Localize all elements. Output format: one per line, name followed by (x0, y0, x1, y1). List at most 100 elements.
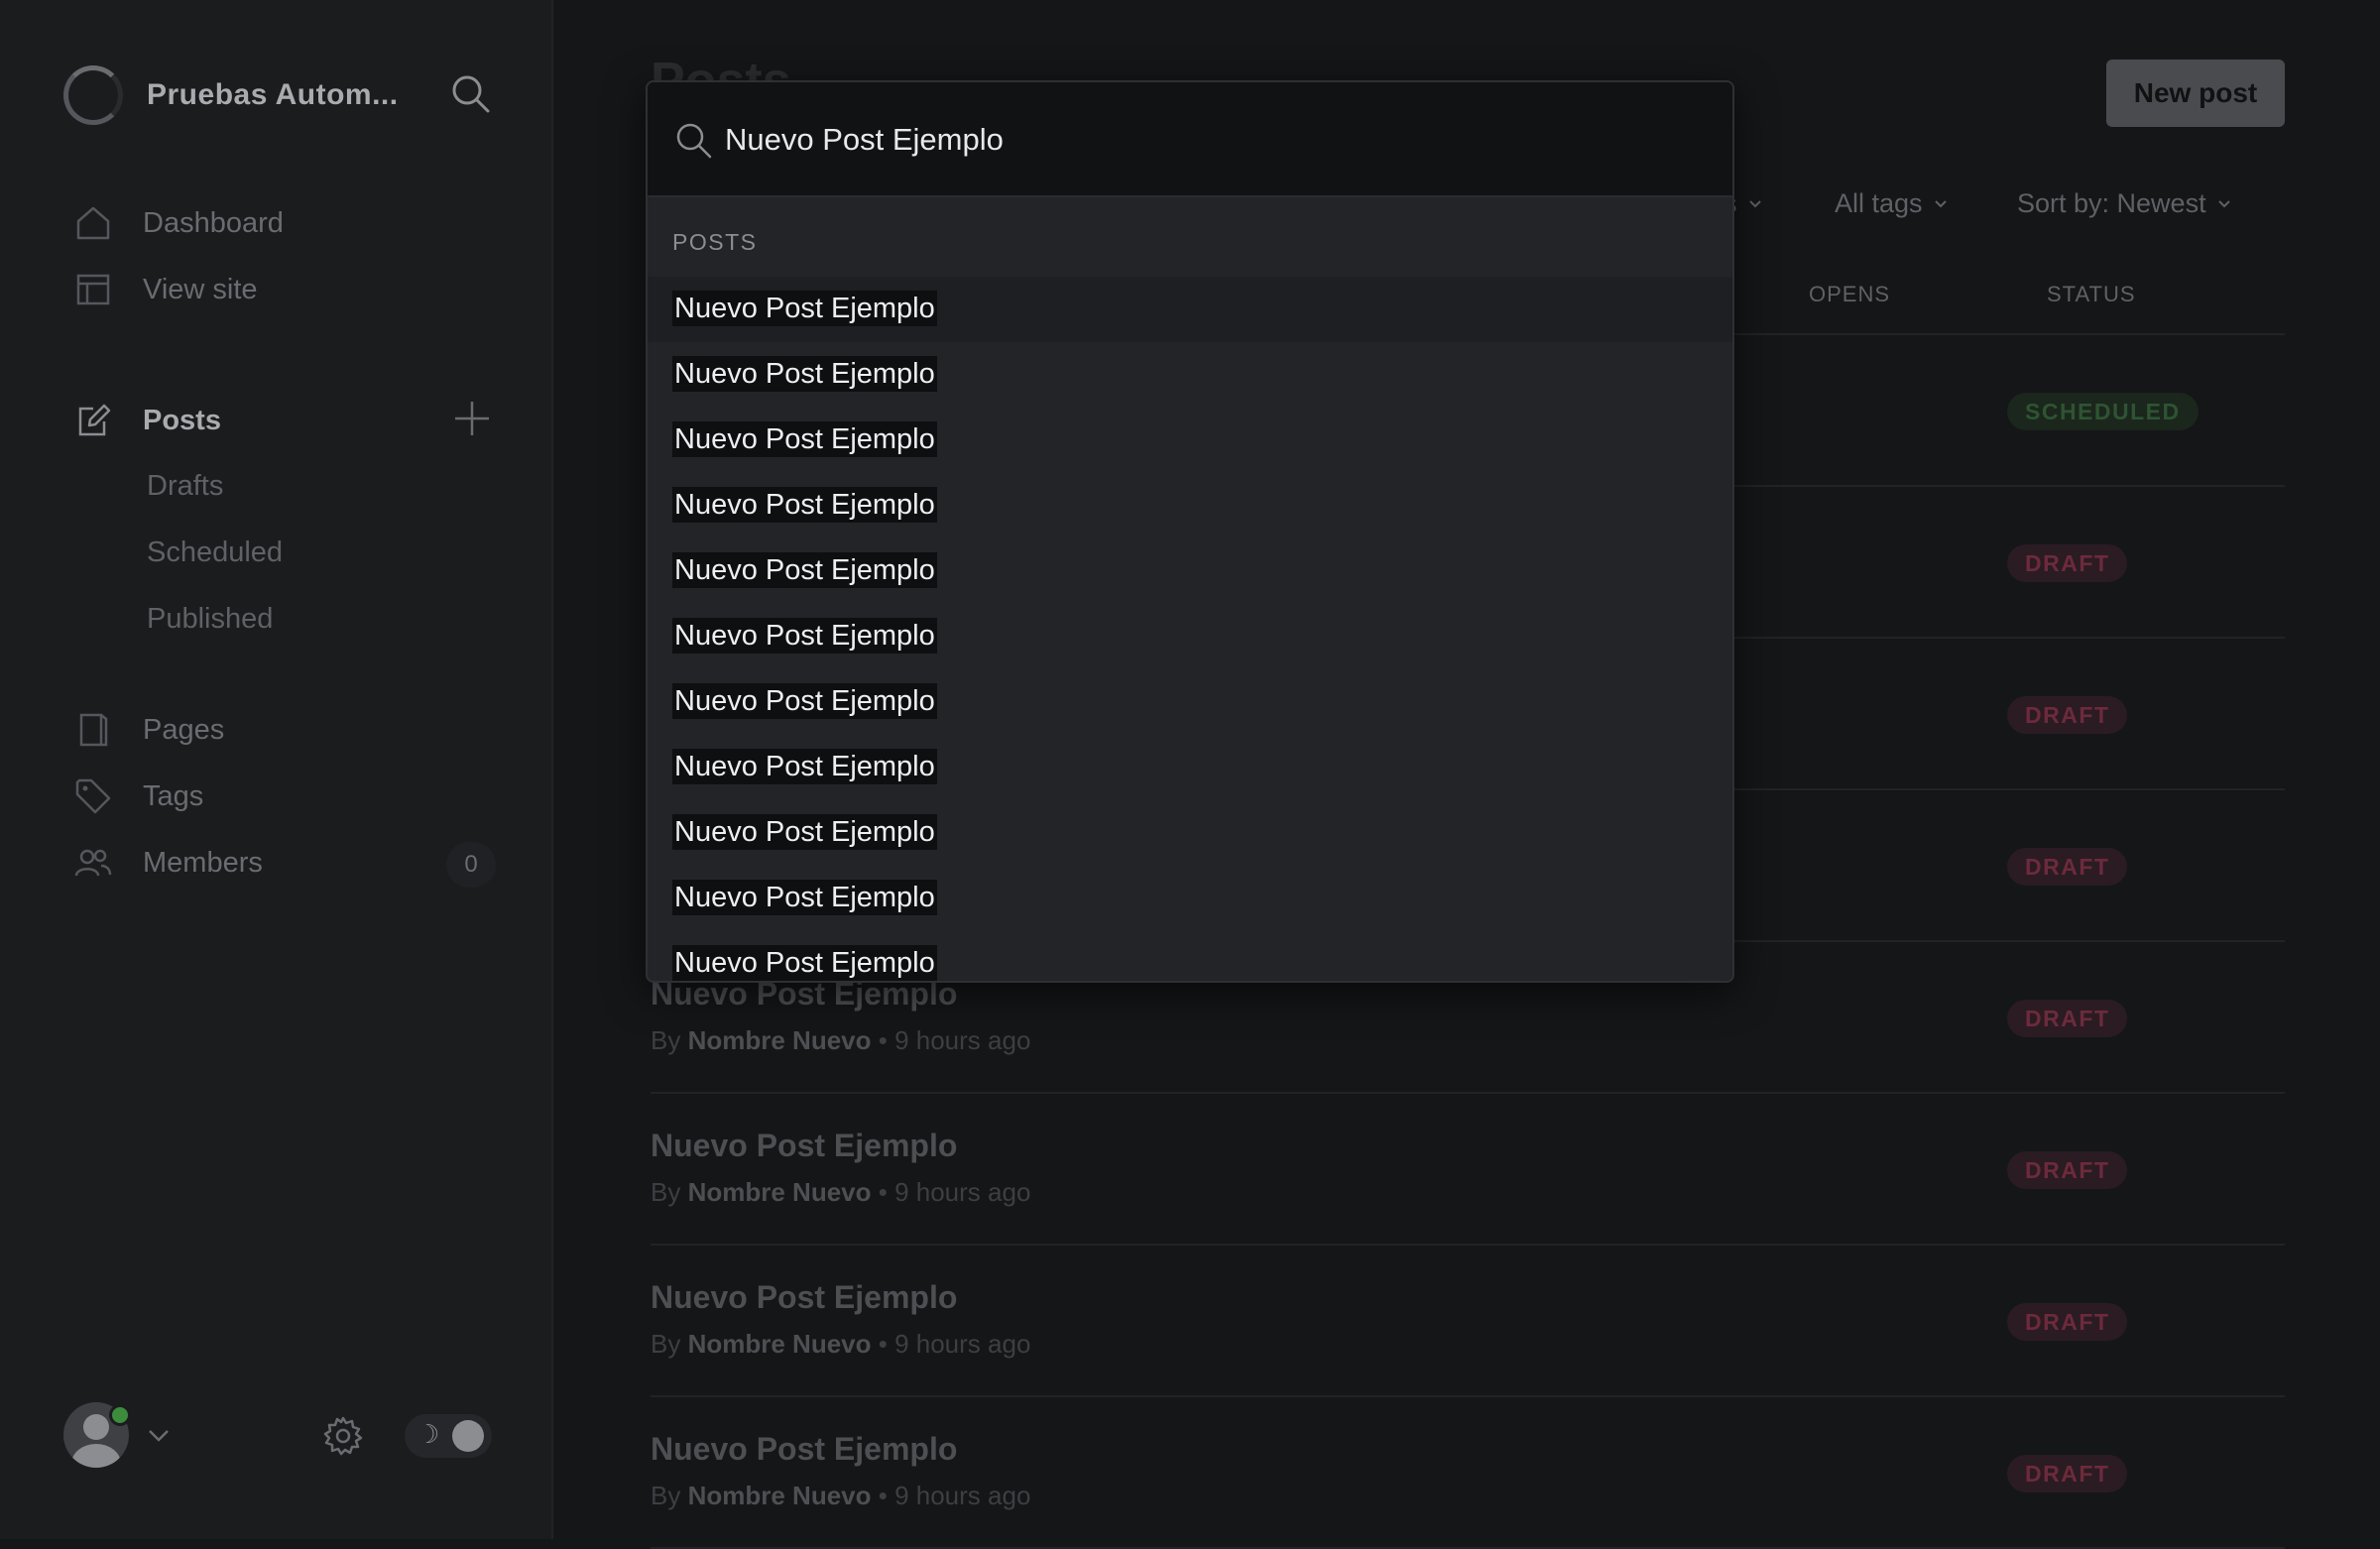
column-header-status[interactable]: STATUS (2047, 282, 2136, 307)
search-result-item[interactable]: Nuevo Post Ejemplo (648, 538, 1732, 604)
chevron-down-icon (2217, 199, 2230, 207)
search-result-item[interactable]: Nuevo Post Ejemplo (648, 473, 1732, 538)
nav-label-dashboard: Dashboard (143, 206, 284, 239)
search-result-item[interactable]: Nuevo Post Ejemplo (648, 866, 1732, 931)
status-badge: DRAFT (2007, 848, 2128, 886)
filter-sort[interactable]: Sort by: Newest (2017, 188, 2232, 219)
members-icon (74, 849, 112, 877)
search-result-title: Nuevo Post Ejemplo (672, 552, 937, 588)
filter-tags[interactable]: All tags (1835, 188, 1949, 219)
sidebar-item-drafts[interactable]: Drafts (147, 470, 223, 503)
post-time: 9 hours ago (894, 1329, 1031, 1359)
nav-item-posts[interactable]: Posts (73, 397, 500, 444)
page-icon (79, 713, 108, 747)
status-badge: DRAFT (2007, 1000, 2128, 1037)
post-time: 9 hours ago (894, 1177, 1031, 1207)
post-by: By (651, 1329, 681, 1359)
search-result-title: Nuevo Post Ejemplo (672, 421, 937, 457)
post-author: Nombre Nuevo (687, 1025, 872, 1055)
theme-toggle[interactable]: ☽ (405, 1414, 492, 1458)
nav-label-posts: Posts (143, 404, 221, 436)
post-meta: By Nombre Nuevo • 9 hours ago (651, 1481, 1030, 1511)
post-author: Nombre Nuevo (687, 1329, 872, 1359)
filter-sort-label: Sort by: Newest (2017, 188, 2206, 218)
site-brand[interactable]: Pruebas Autom... (63, 63, 399, 127)
post-meta-separator: • (878, 1329, 888, 1359)
search-result-title: Nuevo Post Ejemplo (672, 683, 937, 719)
search-bar (648, 82, 1732, 197)
search-result-title: Nuevo Post Ejemplo (672, 814, 937, 850)
nav-item-view-site[interactable]: View site (73, 266, 500, 313)
nav-item-members[interactable]: Members (73, 839, 500, 887)
search-result-title: Nuevo Post Ejemplo (672, 356, 937, 392)
post-meta: By Nombre Nuevo • 9 hours ago (651, 1177, 1030, 1208)
gear-icon[interactable] (321, 1414, 365, 1458)
post-meta-separator: • (878, 1177, 888, 1207)
search-result-title: Nuevo Post Ejemplo (672, 880, 937, 915)
search-result-item[interactable]: Nuevo Post Ejemplo (648, 342, 1732, 408)
filter-tags-label: All tags (1835, 188, 1923, 218)
post-time: 9 hours ago (894, 1481, 1031, 1510)
edit-icon (78, 404, 111, 436)
table-row[interactable]: Nuevo Post Ejemplo By Nombre Nuevo • 9 ho… (651, 1246, 2285, 1397)
status-badge: DRAFT (2007, 1455, 2128, 1492)
search-section-label: POSTS (672, 229, 758, 255)
nav-label-members: Members (143, 846, 263, 879)
online-status-indicator (109, 1404, 131, 1426)
post-by: By (651, 1481, 681, 1510)
post-meta-separator: • (878, 1481, 888, 1510)
search-result-item[interactable]: Nuevo Post Ejemplo (648, 277, 1732, 342)
nav-item-dashboard[interactable]: Dashboard (73, 199, 500, 247)
site-name: Pruebas Autom... (147, 78, 399, 111)
post-time: 9 hours ago (894, 1025, 1031, 1055)
search-result-title: Nuevo Post Ejemplo (672, 291, 937, 326)
table-row[interactable]: Nuevo Post Ejemplo By Nombre Nuevo • 9 ho… (651, 1094, 2285, 1246)
avatar-head (83, 1414, 109, 1440)
search-result-item[interactable]: Nuevo Post Ejemplo (648, 931, 1732, 981)
search-input[interactable] (725, 112, 1697, 168)
post-by: By (651, 1025, 681, 1055)
tag-icon (75, 778, 111, 814)
search-result-item[interactable]: Nuevo Post Ejemplo (648, 735, 1732, 800)
members-count-badge: 0 (446, 842, 496, 888)
add-post-icon[interactable] (452, 399, 492, 438)
search-modal: POSTS Nuevo Post Ejemplo Nuevo Post Ejemp… (646, 80, 1734, 983)
search-result-item[interactable]: Nuevo Post Ejemplo (648, 604, 1732, 669)
chevron-down-icon[interactable] (145, 1422, 173, 1450)
moon-icon: ☽ (416, 1420, 440, 1450)
search-result-title: Nuevo Post Ejemplo (672, 618, 937, 654)
search-result-item[interactable]: Nuevo Post Ejemplo (648, 800, 1732, 866)
post-title[interactable]: Nuevo Post Ejemplo (651, 1279, 957, 1316)
sidebar-item-scheduled[interactable]: Scheduled (147, 536, 283, 569)
sidebar-item-published[interactable]: Published (147, 603, 273, 636)
status-badge: DRAFT (2007, 544, 2128, 582)
nav-label-view-site: View site (143, 273, 258, 305)
search-result-title: Nuevo Post Ejemplo (672, 487, 937, 523)
post-author: Nombre Nuevo (687, 1177, 872, 1207)
new-post-button[interactable]: New post (2106, 60, 2285, 127)
nav-item-tags[interactable]: Tags (73, 773, 500, 820)
avatar-body (71, 1444, 121, 1468)
status-badge: DRAFT (2007, 696, 2128, 734)
post-by: By (651, 1177, 681, 1207)
search-result-title: Nuevo Post Ejemplo (672, 749, 937, 784)
table-row[interactable]: Nuevo Post Ejemplo By Nombre Nuevo • 9 ho… (651, 1397, 2285, 1549)
post-meta-separator: • (878, 1025, 888, 1055)
post-title[interactable]: Nuevo Post Ejemplo (651, 1128, 957, 1164)
search-icon (676, 123, 712, 159)
status-badge: SCHEDULED (2007, 393, 2199, 430)
post-meta: By Nombre Nuevo • 9 hours ago (651, 1329, 1030, 1360)
toggle-knob (452, 1420, 484, 1452)
nav-item-pages[interactable]: Pages (73, 706, 500, 754)
sidebar: Pruebas Autom... Dashboard View site Pos… (0, 0, 553, 1539)
post-title[interactable]: Nuevo Post Ejemplo (651, 1431, 957, 1468)
search-icon[interactable] (448, 71, 492, 115)
home-icon (76, 206, 110, 240)
site-logo (63, 65, 123, 125)
column-header-opens[interactable]: OPENS (1809, 282, 1890, 307)
layout-icon (76, 274, 110, 305)
search-result-item[interactable]: Nuevo Post Ejemplo (648, 669, 1732, 735)
chevron-down-icon (1934, 199, 1947, 207)
search-result-item[interactable]: Nuevo Post Ejemplo (648, 408, 1732, 473)
status-badge: DRAFT (2007, 1151, 2128, 1189)
